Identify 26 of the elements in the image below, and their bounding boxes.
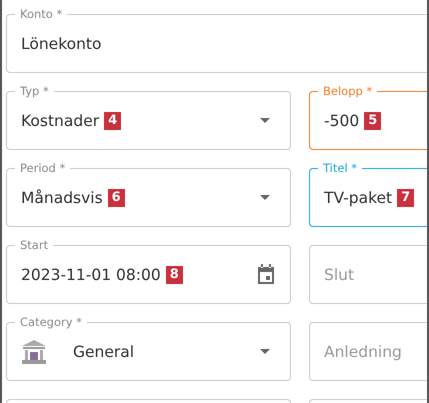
field-value: TV-paket <box>324 188 392 206</box>
field-label: Titel * <box>318 161 362 175</box>
number-badge: 4 <box>104 112 122 130</box>
field-value: Lönekonto <box>21 34 102 52</box>
dropdown-caret-icon <box>260 349 270 354</box>
field-value: Månadsvis <box>21 188 103 206</box>
field-placeholder: Slut <box>324 266 354 284</box>
field-value: 2023-11-01 08:00 <box>21 266 161 284</box>
field-label: Typ * <box>15 84 54 98</box>
number-badge: 6 <box>108 188 125 206</box>
number-badge: 8 <box>166 266 183 284</box>
calendar-icon[interactable] <box>256 264 276 285</box>
field-value: -500 <box>324 112 360 130</box>
number-badge: 5 <box>364 112 382 130</box>
field-label: Konto * <box>15 7 68 21</box>
field-placeholder: Anledning <box>324 342 402 360</box>
field-value: Kostnader <box>21 112 100 130</box>
field-label: Period * <box>15 161 70 175</box>
dropdown-caret-icon <box>260 195 270 200</box>
field-label: Belopp * <box>318 84 378 98</box>
number-badge: 7 <box>397 188 414 206</box>
field-label: Category * <box>15 315 87 329</box>
bank-building-icon <box>21 340 47 364</box>
dropdown-caret-icon <box>260 118 270 123</box>
field-value: General <box>73 342 134 360</box>
field-label: Start <box>15 238 54 252</box>
